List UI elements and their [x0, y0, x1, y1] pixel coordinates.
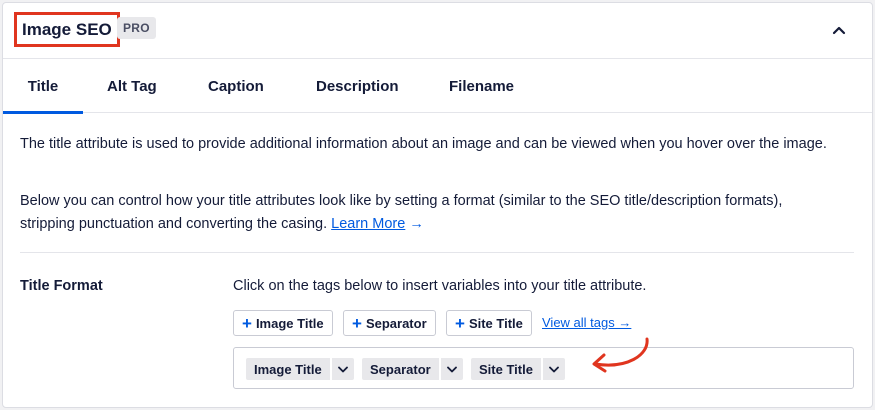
plus-icon: +	[352, 313, 362, 333]
title-format-editor[interactable]: Image Title Separator Site Title	[233, 347, 854, 389]
learn-more-link[interactable]: Learn More	[331, 216, 405, 232]
tab-description[interactable]: Description	[316, 59, 399, 113]
tab-alt-tag-label: Alt Tag	[107, 77, 157, 95]
plus-icon: +	[242, 313, 252, 333]
title-highlight-box: Image SEO	[14, 12, 120, 47]
tab-caption-label: Caption	[208, 77, 264, 95]
insert-separator-button[interactable]: + Separator	[343, 310, 436, 336]
chevron-down-icon[interactable]	[440, 358, 463, 380]
format-tag-chip[interactable]: Separator	[362, 358, 463, 380]
tab-bar: Title Alt Tag Caption Description Filena…	[3, 59, 872, 114]
view-all-tags-link[interactable]: View all tags →	[542, 315, 631, 330]
section-divider	[20, 252, 854, 253]
insert-tag-label: Separator	[365, 315, 427, 331]
tab-filename-label: Filename	[449, 77, 515, 95]
title-format-help: Click on the tags below to insert variab…	[233, 278, 647, 294]
panel-header: Image SEO PRO	[3, 3, 872, 59]
tab-title[interactable]: Title	[3, 59, 83, 114]
curved-arrow-icon	[592, 337, 649, 373]
format-tag-chip[interactable]: Image Title	[246, 358, 354, 380]
tab-caption[interactable]: Caption	[208, 59, 264, 113]
format-tag-chip[interactable]: Site Title	[471, 358, 565, 380]
pro-badge: PRO	[117, 17, 156, 39]
intro-text: The title attribute is used to provide a…	[20, 136, 827, 152]
insert-site-title-button[interactable]: + Site Title	[446, 310, 532, 336]
chevron-down-icon[interactable]	[542, 358, 565, 380]
panel-title: Image SEO	[22, 19, 112, 39]
tab-filename[interactable]: Filename	[449, 59, 514, 113]
tab-description-label: Description	[316, 77, 399, 95]
tab-alt-tag[interactable]: Alt Tag	[107, 59, 157, 113]
title-format-label: Title Format	[20, 278, 103, 294]
chevron-up-icon	[832, 26, 846, 35]
plus-icon: +	[455, 313, 465, 333]
chip-label: Image Title	[246, 358, 330, 380]
learn-more-arrow-icon: →	[409, 216, 424, 232]
image-seo-panel: Image SEO PRO Title Alt Tag Caption Desc…	[2, 2, 873, 408]
insert-tag-label: Image Title	[255, 315, 324, 331]
chevron-down-icon[interactable]	[331, 358, 354, 380]
collapse-button[interactable]	[828, 19, 850, 41]
insert-image-title-button[interactable]: + Image Title	[233, 310, 333, 336]
control-text: Below you can control how your title att…	[20, 190, 840, 236]
insert-tag-label: Site Title	[468, 315, 523, 331]
chip-label: Site Title	[471, 358, 541, 380]
chip-label: Separator	[362, 358, 439, 380]
tab-title-label: Title	[27, 77, 59, 95]
